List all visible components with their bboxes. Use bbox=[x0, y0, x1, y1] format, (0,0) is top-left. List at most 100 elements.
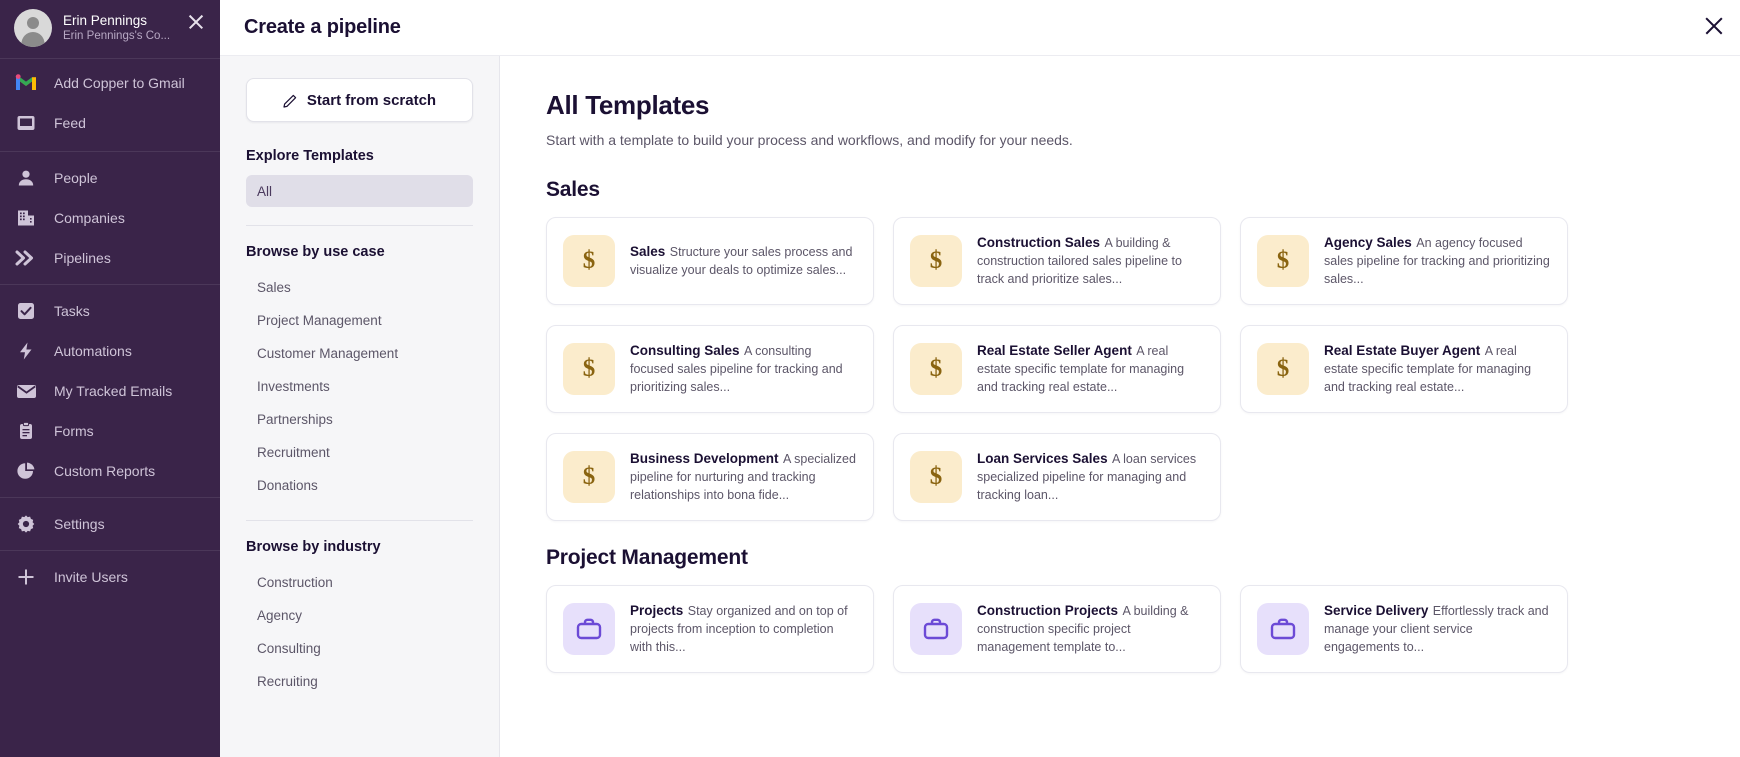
sidebar-group-tools: Add Copper to Gmail Feed bbox=[0, 59, 220, 151]
close-icon[interactable] bbox=[1702, 14, 1726, 38]
person-icon bbox=[14, 166, 38, 190]
section-project-management: Project Management Projects bbox=[546, 546, 1740, 673]
template-card-construction-projects[interactable]: Construction Projects A building & const… bbox=[893, 585, 1221, 673]
template-card-name: Consulting Sales bbox=[630, 343, 740, 358]
sidebar-item-label: Feed bbox=[54, 115, 86, 131]
sidebar-item-label: Companies bbox=[54, 210, 125, 226]
chevrons-right-icon bbox=[14, 246, 38, 270]
template-card-real-estate-buyer-agent[interactable]: $ Real Estate Buyer Agent A real estate … bbox=[1240, 325, 1568, 413]
browse-by-use-case-heading: Browse by use case bbox=[246, 244, 473, 260]
money-icon: $ bbox=[1257, 343, 1309, 395]
money-icon: $ bbox=[910, 451, 962, 503]
sidebar-close-icon[interactable] bbox=[186, 12, 206, 32]
template-card-name: Real Estate Buyer Agent bbox=[1324, 343, 1480, 358]
nav-use-case-donations[interactable]: Donations bbox=[246, 469, 473, 502]
sidebar-item-companies[interactable]: Companies bbox=[0, 198, 220, 238]
section-title: Sales bbox=[546, 178, 1740, 202]
sidebar-user-name: Erin Pennings bbox=[63, 12, 170, 29]
sidebar-item-invite-users[interactable]: Invite Users bbox=[0, 557, 220, 597]
plus-icon bbox=[14, 565, 38, 589]
template-card-grid: $ Sales Structure your sales process and… bbox=[546, 217, 1740, 521]
modal-body: Start from scratch Explore Templates All… bbox=[220, 56, 1740, 757]
sidebar-group-settings: Settings bbox=[0, 498, 220, 550]
nav-use-case-investments[interactable]: Investments bbox=[246, 370, 473, 403]
template-card-service-delivery[interactable]: Service Delivery Effortlessly track and … bbox=[1240, 585, 1568, 673]
sidebar-item-label: Invite Users bbox=[54, 569, 128, 585]
checkbox-icon bbox=[14, 299, 38, 323]
sidebar-item-label: People bbox=[54, 170, 98, 186]
section-sales: Sales $ Sales Structure your sales proce… bbox=[546, 178, 1740, 521]
money-icon: $ bbox=[563, 235, 615, 287]
avatar bbox=[14, 9, 52, 47]
templates-content: All Templates Start with a template to b… bbox=[500, 56, 1740, 757]
sidebar-group-work: Tasks Automations My Tracked Emails bbox=[0, 285, 220, 497]
template-card-loan-services-sales[interactable]: $ Loan Services Sales A loan services sp… bbox=[893, 433, 1221, 521]
browse-by-industry-heading: Browse by industry bbox=[246, 539, 473, 555]
nav-industry-consulting[interactable]: Consulting bbox=[246, 632, 473, 665]
sidebar-item-settings[interactable]: Settings bbox=[0, 504, 220, 544]
nav-use-case-partnerships[interactable]: Partnerships bbox=[246, 403, 473, 436]
bolt-icon bbox=[14, 339, 38, 363]
start-from-scratch-label: Start from scratch bbox=[307, 92, 436, 109]
template-card-agency-sales[interactable]: $ Agency Sales An agency focused sales p… bbox=[1240, 217, 1568, 305]
template-card-consulting-sales[interactable]: $ Consulting Sales A consulting focused … bbox=[546, 325, 874, 413]
all-templates-subtitle: Start with a template to build your proc… bbox=[546, 132, 1740, 148]
sidebar-item-label: Forms bbox=[54, 423, 94, 439]
template-card-sales[interactable]: $ Sales Structure your sales process and… bbox=[546, 217, 874, 305]
use-case-list: Sales Project Management Customer Manage… bbox=[246, 271, 473, 502]
nav-use-case-customer-management[interactable]: Customer Management bbox=[246, 337, 473, 370]
nav-industry-recruiting[interactable]: Recruiting bbox=[246, 665, 473, 698]
sidebar: Erin Pennings Erin Pennings's Co... bbox=[0, 0, 220, 757]
money-icon: $ bbox=[563, 343, 615, 395]
sidebar-group-records: People Companies bbox=[0, 152, 220, 284]
envelope-icon bbox=[14, 379, 38, 403]
sidebar-group-invite: Invite Users bbox=[0, 551, 220, 603]
nav-filter-all[interactable]: All bbox=[246, 175, 473, 207]
sidebar-item-label: My Tracked Emails bbox=[54, 383, 172, 399]
building-icon bbox=[14, 206, 38, 230]
sidebar-item-tasks[interactable]: Tasks bbox=[0, 291, 220, 331]
template-card-name: Agency Sales bbox=[1324, 235, 1412, 250]
sidebar-item-add-copper-to-gmail[interactable]: Add Copper to Gmail bbox=[0, 63, 220, 103]
template-card-projects[interactable]: Projects Stay organized and on top of pr… bbox=[546, 585, 874, 673]
sidebar-item-forms[interactable]: Forms bbox=[0, 411, 220, 451]
template-card-construction-sales[interactable]: $ Construction Sales A building & constr… bbox=[893, 217, 1221, 305]
template-card-name: Sales bbox=[630, 244, 665, 259]
sidebar-item-label: Pipelines bbox=[54, 250, 111, 266]
section-title: Project Management bbox=[546, 546, 1740, 570]
template-card-name: Real Estate Seller Agent bbox=[977, 343, 1132, 358]
nav-divider bbox=[246, 520, 473, 521]
pie-chart-icon bbox=[14, 459, 38, 483]
nav-use-case-project-management[interactable]: Project Management bbox=[246, 304, 473, 337]
sidebar-item-label: Tasks bbox=[54, 303, 90, 319]
all-templates-title: All Templates bbox=[546, 90, 1740, 121]
sidebar-item-label: Settings bbox=[54, 516, 105, 532]
sidebar-item-pipelines[interactable]: Pipelines bbox=[0, 238, 220, 278]
sidebar-item-custom-reports[interactable]: Custom Reports bbox=[0, 451, 220, 491]
nav-industry-agency[interactable]: Agency bbox=[246, 599, 473, 632]
sidebar-item-my-tracked-emails[interactable]: My Tracked Emails bbox=[0, 371, 220, 411]
template-card-business-development[interactable]: $ Business Development A specialized pip… bbox=[546, 433, 874, 521]
template-card-real-estate-seller-agent[interactable]: $ Real Estate Seller Agent A real estate… bbox=[893, 325, 1221, 413]
sidebar-item-people[interactable]: People bbox=[0, 158, 220, 198]
start-from-scratch-button[interactable]: Start from scratch bbox=[246, 78, 473, 122]
clipboard-icon bbox=[14, 419, 38, 443]
template-nav-panel: Start from scratch Explore Templates All… bbox=[220, 56, 500, 757]
page-title: Create a pipeline bbox=[244, 16, 401, 39]
nav-use-case-recruitment[interactable]: Recruitment bbox=[246, 436, 473, 469]
industry-list: Construction Agency Consulting Recruitin… bbox=[246, 566, 473, 698]
nav-use-case-sales[interactable]: Sales bbox=[246, 271, 473, 304]
sidebar-item-automations[interactable]: Automations bbox=[0, 331, 220, 371]
sidebar-item-label: Add Copper to Gmail bbox=[54, 75, 185, 91]
sidebar-item-label: Automations bbox=[54, 343, 132, 359]
sidebar-item-feed[interactable]: Feed bbox=[0, 103, 220, 143]
nav-divider bbox=[246, 225, 473, 226]
briefcase-icon bbox=[1257, 603, 1309, 655]
template-card-name: Construction Projects bbox=[977, 603, 1118, 618]
money-icon: $ bbox=[563, 451, 615, 503]
sidebar-user-block[interactable]: Erin Pennings Erin Pennings's Co... bbox=[0, 0, 220, 58]
money-icon: $ bbox=[910, 235, 962, 287]
pencil-icon bbox=[283, 93, 298, 108]
nav-industry-construction[interactable]: Construction bbox=[246, 566, 473, 599]
template-card-name: Service Delivery bbox=[1324, 603, 1428, 618]
